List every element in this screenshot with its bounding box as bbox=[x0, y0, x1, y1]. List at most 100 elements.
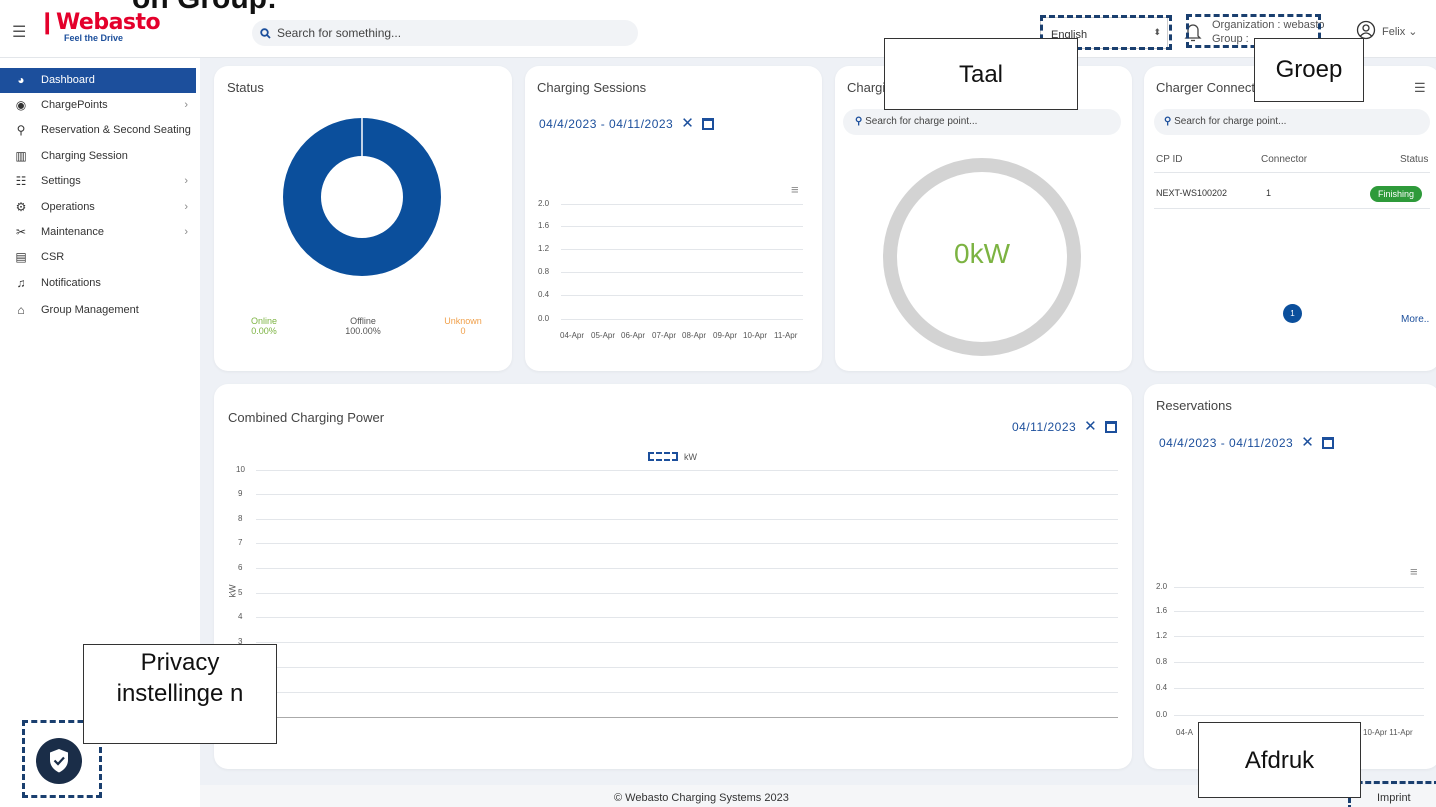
calendar-icon[interactable] bbox=[702, 118, 715, 130]
chart-menu-icon[interactable]: ≡ bbox=[1410, 564, 1418, 579]
overlay-title: on Group: bbox=[132, 0, 277, 14]
annotation-privacy: Privacy instellinge n bbox=[83, 644, 277, 744]
csr-icon: ▤ bbox=[15, 250, 27, 264]
y-tick: 2.0 bbox=[538, 199, 550, 208]
legend-offline: Offline 100.00% bbox=[338, 316, 388, 336]
y-tick: 10 bbox=[236, 465, 245, 474]
y-tick: 9 bbox=[238, 489, 243, 498]
grid-line bbox=[256, 470, 1118, 471]
close-icon[interactable]: ✕ bbox=[1301, 434, 1314, 451]
menu-icon[interactable]: ☰ bbox=[12, 22, 26, 42]
column-header[interactable]: CP ID bbox=[1156, 154, 1183, 165]
sidebar-item-charging-session[interactable]: ▥ Charging Session bbox=[0, 144, 200, 169]
y-tick: 1.2 bbox=[538, 244, 550, 253]
privacy-settings-button[interactable] bbox=[36, 738, 82, 784]
date-range-picker[interactable]: 04/4/2023 - 04/11/2023 ✕ bbox=[1159, 433, 1335, 451]
shield-check-icon bbox=[50, 749, 68, 773]
sidebar-item-csr[interactable]: ▤ CSR bbox=[0, 245, 200, 270]
x-axis-line bbox=[256, 717, 1118, 718]
grid-line bbox=[561, 226, 803, 227]
sidebar-item-label: Charging Session bbox=[41, 150, 128, 162]
sidebar-item-reservation[interactable]: ⚲ Reservation & Second Seating bbox=[0, 118, 200, 143]
sidebar-item-dashboard[interactable]: ◕ Dashboard bbox=[0, 68, 196, 93]
grid-line bbox=[1174, 611, 1424, 612]
operations-icon: ⚙ bbox=[15, 200, 27, 214]
charging-power-card: Chargi ⚲ Search for charge point... 0kW bbox=[835, 66, 1132, 371]
calendar-icon[interactable] bbox=[1105, 421, 1118, 433]
card-title: Charger Connect bbox=[1156, 80, 1255, 95]
y-axis-label: kW bbox=[227, 584, 238, 598]
close-icon[interactable]: ✕ bbox=[681, 115, 694, 132]
card-title: Reservations bbox=[1156, 398, 1232, 413]
bell-icon[interactable] bbox=[1184, 22, 1202, 42]
organization-label: Organization : webasto bbox=[1212, 19, 1325, 31]
grid-line bbox=[256, 593, 1118, 594]
legend-swatch[interactable] bbox=[648, 452, 678, 461]
row-divider bbox=[1154, 208, 1430, 209]
combined-power-card: Combined Charging Power 04/11/2023 ✕ kW k… bbox=[214, 384, 1132, 769]
grid-line bbox=[256, 494, 1118, 495]
date-range-value: 04/4/2023 - 04/11/2023 bbox=[539, 117, 674, 131]
column-header[interactable]: Connector bbox=[1261, 154, 1307, 165]
sidebar-item-label: Group Management bbox=[41, 304, 139, 316]
status-card: Status Online 0.00% Offline 100.00% Unknow… bbox=[214, 66, 512, 371]
x-tick: 04-Apr bbox=[560, 331, 585, 340]
calendar-icon[interactable] bbox=[1322, 437, 1335, 449]
x-tick: 11-Apr bbox=[774, 331, 798, 340]
date-value: 04/11/2023 bbox=[1012, 420, 1077, 434]
grid-line bbox=[1174, 636, 1424, 637]
close-icon[interactable]: ✕ bbox=[1084, 418, 1097, 435]
sidebar-item-settings[interactable]: ☷ Settings › bbox=[0, 169, 200, 194]
chevron-right-icon: › bbox=[184, 226, 188, 238]
legend-value: 100.00% bbox=[345, 326, 381, 336]
legend-label: Unknown bbox=[444, 316, 482, 326]
chargepoint-search[interactable]: ⚲ Search for charge point... bbox=[843, 109, 1121, 135]
date-range-value: 04/4/2023 - 04/11/2023 bbox=[1159, 436, 1294, 450]
sidebar-item-label: Reservation & Second Seating bbox=[41, 124, 191, 136]
global-search[interactable]: Search for something... bbox=[252, 20, 638, 46]
sidebar-item-label: Settings bbox=[41, 175, 81, 187]
legend-label: Online bbox=[251, 316, 278, 326]
chevron-right-icon: › bbox=[184, 99, 188, 111]
grid-line bbox=[1174, 715, 1424, 716]
legend-label[interactable]: kW bbox=[684, 452, 697, 462]
sidebar-item-notifications[interactable]: ♫ Notifications bbox=[0, 271, 200, 296]
grid-line bbox=[256, 642, 1118, 643]
y-tick: 6 bbox=[238, 563, 243, 572]
date-range-picker[interactable]: 04/4/2023 - 04/11/2023 ✕ bbox=[539, 114, 715, 132]
column-header[interactable]: Status bbox=[1400, 154, 1428, 165]
sidebar-item-label: ChargePoints bbox=[41, 99, 108, 111]
y-tick: 2.0 bbox=[1156, 582, 1168, 591]
y-tick: 0.0 bbox=[1156, 710, 1168, 719]
sidebar-item-operations[interactable]: ⚙ Operations › bbox=[0, 195, 200, 220]
chevron-right-icon: › bbox=[184, 175, 188, 187]
y-tick: 0.4 bbox=[1156, 683, 1168, 692]
sidebar-item-group-management[interactable]: ⌂ Group Management bbox=[0, 298, 200, 323]
imprint-link[interactable]: Imprint bbox=[1377, 792, 1411, 804]
y-tick: 0.8 bbox=[1156, 657, 1168, 666]
sidebar-item-maintenance[interactable]: ✂ Maintenance › bbox=[0, 220, 200, 245]
user-menu[interactable]: Felix ⌄ bbox=[1356, 20, 1418, 40]
charger-connector-card: Charger Connect ☰ ⚲ Search for charge po… bbox=[1144, 66, 1436, 371]
reservation-icon: ⚲ bbox=[16, 123, 26, 137]
chargepoint-search[interactable]: ⚲ Search for charge point... bbox=[1154, 109, 1430, 135]
annotation-taal: Taal bbox=[884, 38, 1078, 110]
y-tick: 1.6 bbox=[538, 221, 550, 230]
bell-icon: ♫ bbox=[16, 276, 26, 290]
chevron-down-icon: ⌄ bbox=[1408, 26, 1418, 38]
status-donut-chart[interactable] bbox=[281, 116, 443, 278]
pagination-page[interactable]: 1 bbox=[1283, 304, 1302, 323]
more-link[interactable]: More.. bbox=[1401, 314, 1429, 325]
filter-icon[interactable]: ☰ bbox=[1414, 80, 1426, 96]
y-tick: 8 bbox=[238, 514, 243, 523]
chart-menu-icon[interactable]: ≡ bbox=[791, 182, 799, 197]
sidebar-item-label: Dashboard bbox=[41, 74, 95, 86]
legend-label: Offline bbox=[350, 316, 376, 326]
card-title: Combined Charging Power bbox=[228, 410, 385, 425]
annotation-afdruk: Afdruk bbox=[1198, 722, 1361, 798]
x-tick: 06-Apr bbox=[621, 331, 646, 340]
sidebar-item-chargepoints[interactable]: ◉ ChargePoints › bbox=[0, 93, 200, 118]
user-name: Felix bbox=[1382, 26, 1406, 38]
date-picker[interactable]: 04/11/2023 ✕ bbox=[1012, 417, 1118, 435]
cell-cp-id[interactable]: NEXT-WS100202 bbox=[1156, 188, 1227, 198]
